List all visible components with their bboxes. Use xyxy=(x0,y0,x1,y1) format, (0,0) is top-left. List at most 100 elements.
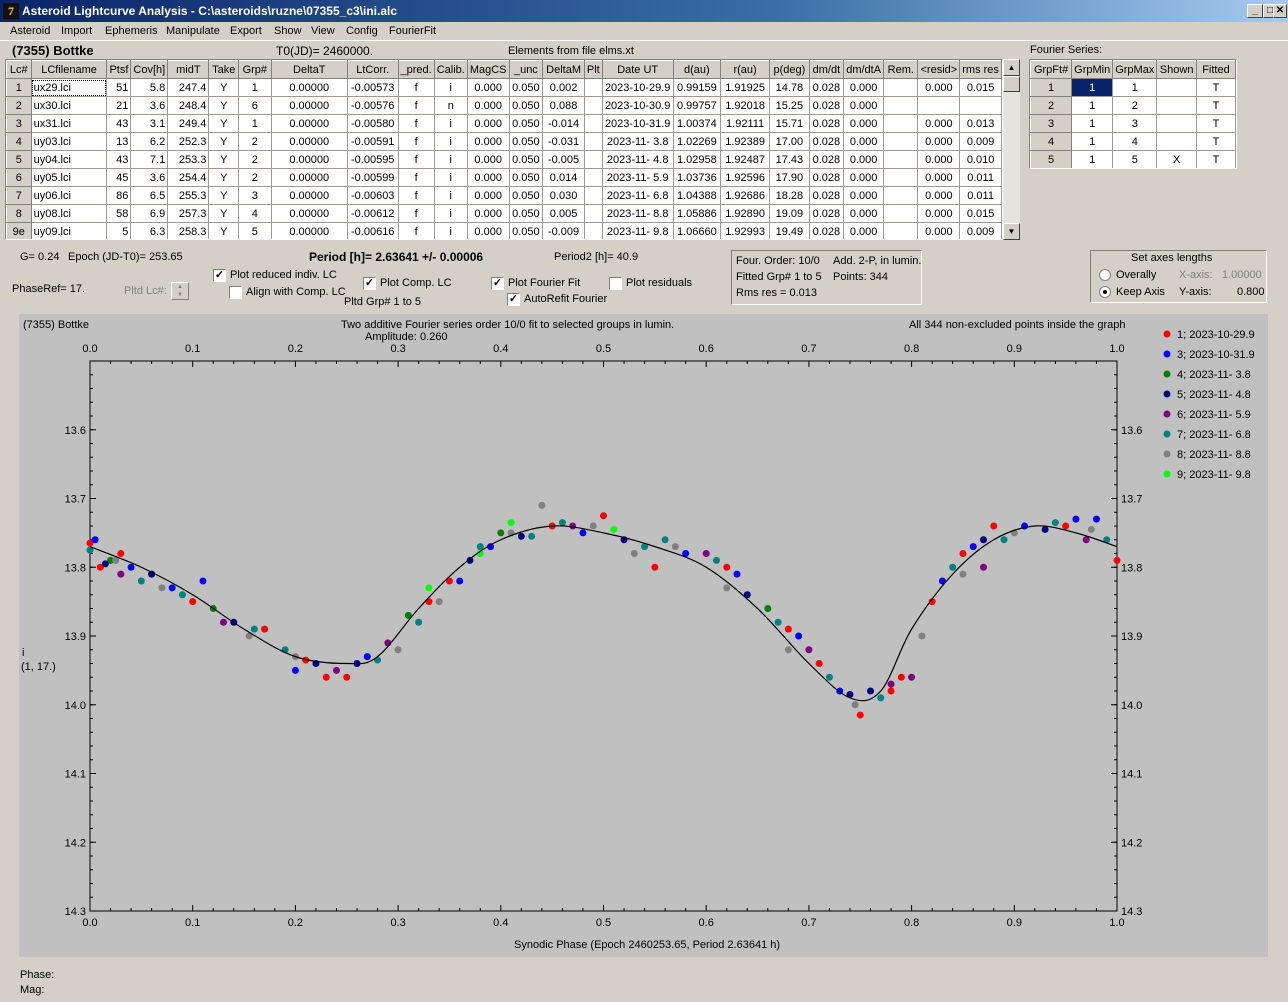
table-cell[interactable]: 1.03736 xyxy=(672,168,722,187)
table-cell[interactable]: -0.00599 xyxy=(346,168,399,187)
table-cell[interactable]: 0.000 xyxy=(917,78,961,97)
table-cell[interactable]: T xyxy=(1195,132,1236,151)
table-cell[interactable]: 58 xyxy=(106,204,132,223)
table-cell[interactable]: 0.000 xyxy=(466,150,510,169)
table-cell[interactable]: 2023-10-31.9 xyxy=(601,114,674,133)
table-cell[interactable]: -0.00580 xyxy=(346,114,399,133)
scroll-down-icon[interactable]: ▼ xyxy=(1003,223,1020,240)
table-cell[interactable]: 15.25 xyxy=(769,96,810,115)
table-cell[interactable]: 17.90 xyxy=(769,168,810,187)
table-cell[interactable]: i xyxy=(433,204,468,223)
table-cell[interactable]: 1.00374 xyxy=(672,114,722,133)
table-cell[interactable] xyxy=(883,186,919,205)
table-cell[interactable] xyxy=(583,186,603,205)
table-cell[interactable]: 0.028 xyxy=(808,132,845,151)
table-cell[interactable] xyxy=(883,222,919,239)
table-cell[interactable]: 0.013 xyxy=(959,114,1002,133)
table-row[interactable]: 6 uy05.lci 45 3.6 254.4 Y 2 0.00000 -0.00599 f i 0.… xyxy=(6,168,1002,187)
table-cell[interactable]: 1.92018 xyxy=(720,96,771,115)
table-cell[interactable]: n xyxy=(433,96,468,115)
table-cell[interactable]: 0.050 xyxy=(508,222,544,239)
table-cell[interactable]: 3.6 xyxy=(130,96,169,115)
row-header[interactable]: 2 xyxy=(1030,96,1073,115)
table-cell[interactable]: Y xyxy=(208,150,240,169)
table-cell[interactable]: 2023-10-29.9 xyxy=(601,78,674,97)
table-cell[interactable]: ux29.lci xyxy=(30,78,108,97)
table-cell[interactable]: 19.49 xyxy=(769,222,810,239)
plot-fourier-checkbox[interactable]: ✓ xyxy=(491,277,504,290)
row-header[interactable]: 4 xyxy=(1030,132,1073,151)
table-cell[interactable]: f xyxy=(397,222,435,239)
minimize-button[interactable]: _ xyxy=(1247,4,1263,18)
table-cell[interactable] xyxy=(583,96,603,115)
lc-col-header[interactable]: rms res xyxy=(959,60,1002,79)
row-header[interactable]: 7 xyxy=(6,186,32,205)
table-cell[interactable]: uy06.lci xyxy=(30,186,108,205)
table-cell[interactable]: 1.92111 xyxy=(720,114,771,133)
menu-view[interactable]: View xyxy=(311,25,335,37)
table-cell[interactable]: -0.00591 xyxy=(346,132,399,151)
row-header[interactable]: 1 xyxy=(6,78,32,97)
table-cell[interactable]: 0.050 xyxy=(508,132,544,151)
lc-col-header[interactable]: d(au) xyxy=(672,60,722,79)
table-cell[interactable]: 0.000 xyxy=(466,132,510,151)
table-cell[interactable]: 1 xyxy=(1071,78,1114,97)
fourier-col-header[interactable]: GrpFt# xyxy=(1030,60,1073,79)
lc-col-header[interactable]: MagCS xyxy=(466,60,510,79)
table-cell[interactable]: 14.78 xyxy=(769,78,810,97)
table-cell[interactable]: 0.009 xyxy=(959,132,1002,151)
table-cell[interactable] xyxy=(1156,114,1197,133)
table-cell[interactable] xyxy=(883,150,919,169)
row-header[interactable]: 6 xyxy=(6,168,32,187)
table-cell[interactable]: 0.000 xyxy=(466,222,510,239)
table-cell[interactable]: 0.000 xyxy=(843,132,885,151)
table-cell[interactable]: 0.000 xyxy=(843,186,885,205)
period2-value[interactable]: Period2 [h]= 40.9 xyxy=(554,251,638,263)
table-cell[interactable]: ux31.lci xyxy=(30,114,108,133)
table-cell[interactable]: 6.5 xyxy=(130,186,169,205)
table-cell[interactable]: 0.00000 xyxy=(270,150,348,169)
table-cell[interactable]: 17.00 xyxy=(769,132,810,151)
menu-config[interactable]: Config xyxy=(346,25,378,37)
table-cell[interactable]: 51 xyxy=(106,78,132,97)
table-cell[interactable]: 5 xyxy=(238,222,272,239)
table-cell[interactable]: i xyxy=(433,186,468,205)
table-cell[interactable]: T xyxy=(1195,114,1236,133)
lc-col-header[interactable]: Take xyxy=(208,60,240,79)
menu-manipulate[interactable]: Manipulate xyxy=(166,25,220,37)
table-cell[interactable]: 2023-11- 6.8 xyxy=(601,186,674,205)
row-header[interactable]: 5 xyxy=(1030,150,1073,168)
table-cell[interactable]: 0.99159 xyxy=(672,78,722,97)
table-cell[interactable] xyxy=(883,132,919,151)
table-cell[interactable] xyxy=(583,78,603,97)
table-cell[interactable]: 0.000 xyxy=(917,168,961,187)
row-header[interactable]: 8 xyxy=(6,204,32,223)
table-cell[interactable] xyxy=(1156,96,1197,115)
table-cell[interactable]: 2 xyxy=(238,150,272,169)
table-cell[interactable]: 1 xyxy=(1071,114,1114,133)
table-cell[interactable]: -0.00573 xyxy=(346,78,399,97)
lc-col-header[interactable]: DeltaM xyxy=(542,60,585,79)
table-cell[interactable]: 0.000 xyxy=(843,168,885,187)
table-cell[interactable]: uy05.lci xyxy=(30,168,108,187)
lc-col-header[interactable]: <resid> xyxy=(917,60,961,79)
table-cell[interactable]: i xyxy=(433,78,468,97)
table-cell[interactable]: 18.28 xyxy=(769,186,810,205)
table-cell[interactable]: T xyxy=(1195,78,1236,97)
table-cell[interactable]: f xyxy=(397,168,435,187)
scroll-thumb[interactable] xyxy=(1003,76,1020,92)
row-header[interactable]: 3 xyxy=(6,114,32,133)
table-cell[interactable]: 1.92487 xyxy=(720,150,771,169)
menu-import[interactable]: Import xyxy=(61,25,92,37)
table-cell[interactable]: Y xyxy=(208,204,240,223)
lc-col-header[interactable]: r(au) xyxy=(720,60,771,79)
lc-col-header[interactable]: Date UT xyxy=(601,60,674,79)
table-cell[interactable]: 0.050 xyxy=(508,114,544,133)
table-cell[interactable] xyxy=(1156,78,1197,97)
table-cell[interactable]: Y xyxy=(208,222,240,239)
table-cell[interactable]: 3 xyxy=(238,186,272,205)
table-cell[interactable]: 2023-11- 8.8 xyxy=(601,204,674,223)
table-cell[interactable]: 5 xyxy=(106,222,132,239)
table-cell[interactable]: 13 xyxy=(106,132,132,151)
keep-axis-radio[interactable] xyxy=(1099,286,1111,298)
